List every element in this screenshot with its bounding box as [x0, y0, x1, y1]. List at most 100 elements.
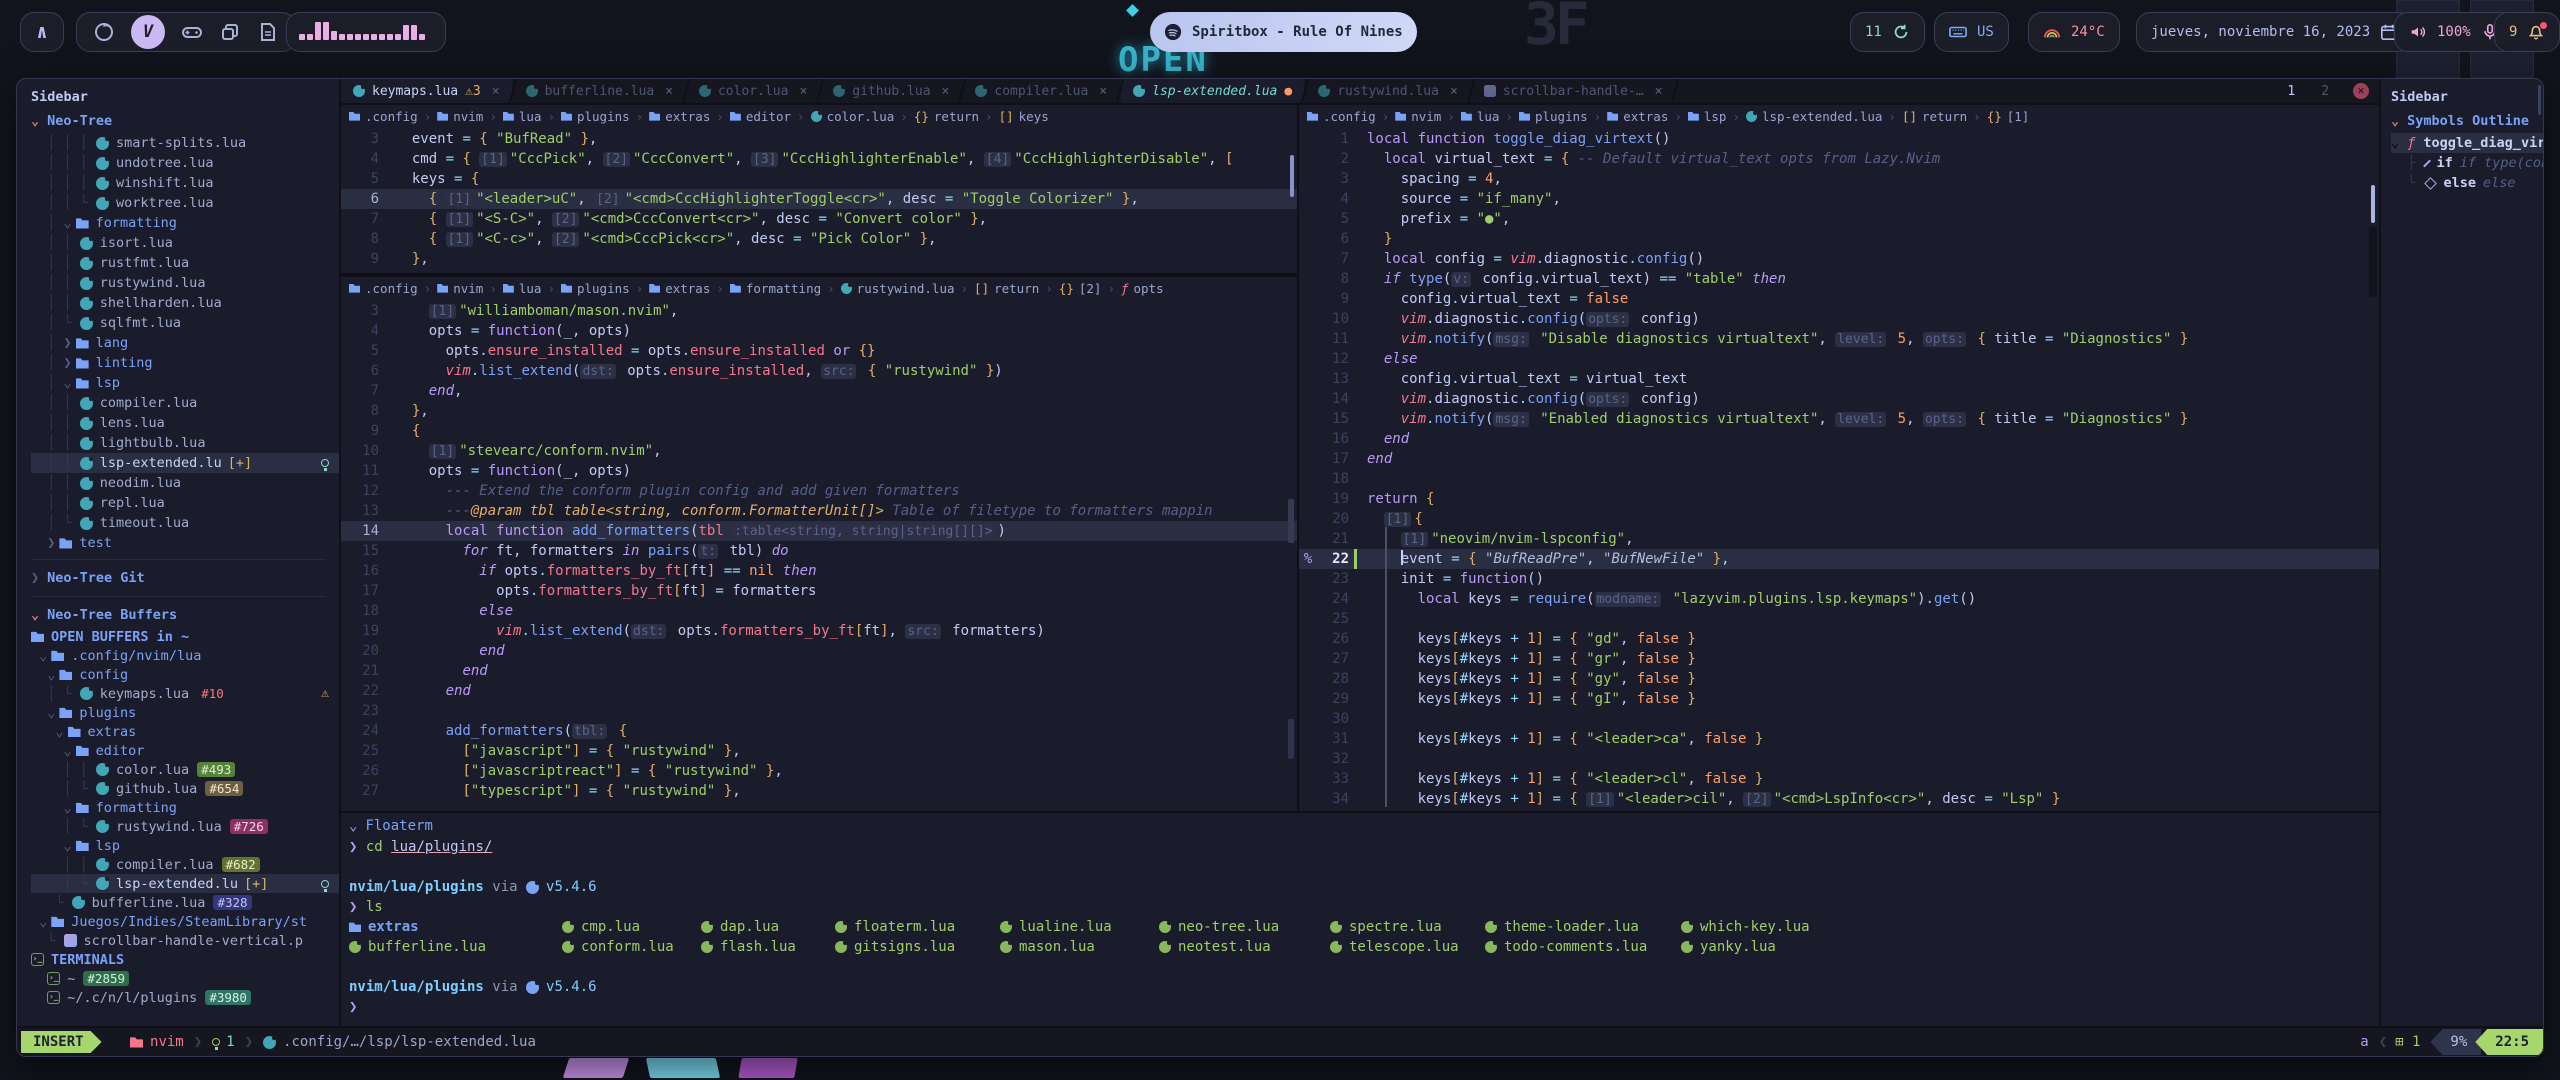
code-line[interactable]: 5 prefix = "●",: [1299, 209, 2379, 229]
code-line[interactable]: 18: [1299, 469, 2379, 489]
code-line[interactable]: 26 ["javascriptreact"] = { "rustywind" }…: [341, 761, 1297, 781]
breadcrumb-item[interactable]: ƒopts: [1121, 281, 1164, 296]
code-line[interactable]: 30: [1299, 709, 2379, 729]
tree-row[interactable]: │ └ github.lua#654: [31, 779, 339, 798]
breadcrumb-item[interactable]: nvim: [1395, 109, 1441, 124]
code-line[interactable]: 32: [1299, 749, 2379, 769]
tree-row[interactable]: │ │ rustfmt.lua: [31, 253, 339, 273]
code-line[interactable]: 8 },: [341, 401, 1297, 421]
code-line[interactable]: 7 end,: [341, 381, 1297, 401]
code-line[interactable]: 27 keys[#keys + 1] = { "gr", false }: [1299, 649, 2379, 669]
tree-row[interactable]: │ │ rustywind.lua: [31, 273, 339, 293]
breadcrumb-item[interactable]: rustywind.lua: [841, 281, 955, 296]
scrollbar-handle[interactable]: [1290, 155, 1294, 197]
tree-row[interactable]: OPEN BUFFERS in ~: [31, 627, 339, 646]
breadcrumb-item[interactable]: lsp-extended.lua: [1746, 109, 1882, 124]
tree-row[interactable]: ⌄plugins: [31, 703, 339, 722]
breadcrumb-item[interactable]: {}[2]: [1059, 281, 1102, 296]
tree-row[interactable]: │ └ lsp-extended.lu[+]: [31, 874, 339, 893]
section-neo-tree[interactable]: ⌄ Neo-Tree: [31, 109, 339, 133]
tab-page[interactable]: 1: [2275, 84, 2307, 99]
breadcrumb-item[interactable]: nvim: [437, 109, 483, 124]
code-line[interactable]: 17end: [1299, 449, 2379, 469]
code-line[interactable]: 8 { [1]"<C-c>", [2]"<cmd>CccPick<cr>", d…: [341, 229, 1297, 249]
code-line[interactable]: 16 end: [1299, 429, 2379, 449]
section-neo-tree-git[interactable]: ❯ Neo-Tree Git: [31, 566, 339, 590]
code-line[interactable]: 13 config.virtual_text = virtual_text: [1299, 369, 2379, 389]
tree-row[interactable]: ›_TERMINALS: [31, 950, 339, 969]
breadcrumb-item[interactable]: formatting: [730, 281, 821, 296]
file-icon[interactable]: [257, 21, 279, 43]
code-line[interactable]: 12 else: [1299, 349, 2379, 369]
code-line[interactable]: 25: [1299, 609, 2379, 629]
breadcrumb-item[interactable]: .config: [1307, 109, 1376, 124]
tab-page[interactable]: 2: [2309, 84, 2341, 99]
code-line[interactable]: 22 end: [341, 681, 1297, 701]
code-line[interactable]: 21 end: [341, 661, 1297, 681]
tree-row[interactable]: ⌄editor: [31, 741, 339, 760]
code-line[interactable]: 13 ---@param tbl table<string, conform.F…: [341, 501, 1297, 521]
breadcrumb-item[interactable]: {}return: [914, 109, 979, 124]
tree-row[interactable]: │ │ compiler.lua#682: [31, 855, 339, 874]
code-line[interactable]: 3 [1]"williamboman/mason.nvim",: [341, 301, 1297, 321]
code-line[interactable]: 24 add_formatters(tbl: {: [341, 721, 1297, 741]
code-line[interactable]: 11 opts = function(_, opts): [341, 461, 1297, 481]
breadcrumb-item[interactable]: .config: [349, 281, 418, 296]
breadcrumb-item[interactable]: []return: [974, 281, 1039, 296]
code-line[interactable]: 27 ["typescript"] = { "rustywind" },: [341, 781, 1297, 801]
code-line[interactable]: 17 opts.formatters_by_ft[ft] = formatter…: [341, 581, 1297, 601]
tree-row[interactable]: ›_~/.c/n/l/plugins#3980: [31, 988, 339, 1007]
breadcrumb-item[interactable]: lsp: [1688, 109, 1727, 124]
breadcrumb-item[interactable]: plugins: [1519, 109, 1588, 124]
code-line[interactable]: 10 [1]"stevearc/conform.nvim",: [341, 441, 1297, 461]
outline-row[interactable]: ├ ifif type(config.vi: [2391, 153, 2543, 173]
code-line[interactable]: 24 local keys = require(modname: "lazyvi…: [1299, 589, 2379, 609]
breadcrumb-item[interactable]: plugins: [561, 109, 630, 124]
code-line[interactable]: 14 vim.diagnostic.config(opts: config): [1299, 389, 2379, 409]
buffer-tab[interactable]: bufferline.lua×: [514, 79, 685, 103]
code-line[interactable]: 34 keys[#keys + 1] = { [1]"<leader>cil",…: [1299, 789, 2379, 809]
breadcrumb-item[interactable]: nvim: [437, 281, 483, 296]
close-icon[interactable]: ×: [942, 84, 950, 99]
code-line[interactable]: 5 keys = {: [341, 169, 1297, 189]
breadcrumb-item[interactable]: lua: [503, 281, 542, 296]
tree-row[interactable]: │ │ │ smart-splits.lua: [31, 133, 339, 153]
tree-row[interactable]: ⌄extras: [31, 722, 339, 741]
floaterm-terminal[interactable]: ⌄ Floaterm ❯ cd lua/plugins/ nvim/lua/pl…: [341, 811, 2379, 1026]
tree-row[interactable]: │ ❯linting: [31, 353, 339, 373]
outline-row[interactable]: ⌄ ƒtoggle_diag_virtextfu: [2391, 133, 2543, 153]
keyboard-layout-pill[interactable]: US: [1934, 12, 2009, 52]
close-icon[interactable]: ×: [665, 84, 673, 99]
outline-row[interactable]: └ elseelse: [2391, 173, 2543, 193]
close-icon[interactable]: ×: [1450, 84, 1458, 99]
date-pill[interactable]: jueves, noviembre 16, 2023: [2136, 12, 2413, 52]
scrollbar-handle[interactable]: [1288, 719, 1294, 759]
code-line[interactable]: 23 init = function(): [1299, 569, 2379, 589]
breadcrumb-item[interactable]: extras: [649, 281, 710, 296]
code-line[interactable]: 15 for ft, formatters in pairs(t: tbl) d…: [341, 541, 1297, 561]
buffer-tab[interactable]: scrollbar-handle-…×: [1472, 79, 1675, 103]
code-line[interactable]: 15 vim.notify(msg: "Enabled diagnostics …: [1299, 409, 2379, 429]
code-line[interactable]: 5 opts.ensure_installed = opts.ensure_in…: [341, 341, 1297, 361]
code-line[interactable]: 6 { [1]"<leader>uC", [2]"<cmd>CccHighlig…: [341, 189, 1297, 209]
code-line[interactable]: 25 ["javascript"] = { "rustywind" },: [341, 741, 1297, 761]
scrollbar-handle[interactable]: [2371, 185, 2375, 223]
tree-row[interactable]: │ │ shellharden.lua: [31, 293, 339, 313]
code-line[interactable]: %22 event = { "BufReadPre", "BufNewFile"…: [1299, 549, 2379, 569]
tree-row[interactable]: │ └ keymaps.lua#10⚠: [31, 684, 339, 703]
tree-row[interactable]: │ │ compiler.lua: [31, 393, 339, 413]
tree-row[interactable]: │ │ repl.lua: [31, 493, 339, 513]
tree-row[interactable]: │ │ isort.lua: [31, 233, 339, 253]
tree-row[interactable]: ⌄.config/nvim/lua: [31, 646, 339, 665]
breadcrumb-item[interactable]: lua: [1461, 109, 1500, 124]
tree-row[interactable]: ❯test: [31, 533, 339, 553]
code-line[interactable]: 9 {: [341, 421, 1297, 441]
scrollbar-handle[interactable]: [1288, 499, 1294, 543]
tree-row[interactable]: │ │ color.lua#493: [31, 760, 339, 779]
code-line[interactable]: 16 if opts.formatters_by_ft[ft] == nil t…: [341, 561, 1297, 581]
section-neo-tree-buffers[interactable]: ⌄ Neo-Tree Buffers: [31, 603, 339, 627]
tree-row[interactable]: └ scrollbar-handle-vertical.p: [31, 931, 339, 950]
code-line[interactable]: 1local function toggle_diag_virtext(): [1299, 129, 2379, 149]
code-line[interactable]: 8 if type(v: config.virtual_text) == "ta…: [1299, 269, 2379, 289]
tree-row[interactable]: │ ❯lang: [31, 333, 339, 353]
